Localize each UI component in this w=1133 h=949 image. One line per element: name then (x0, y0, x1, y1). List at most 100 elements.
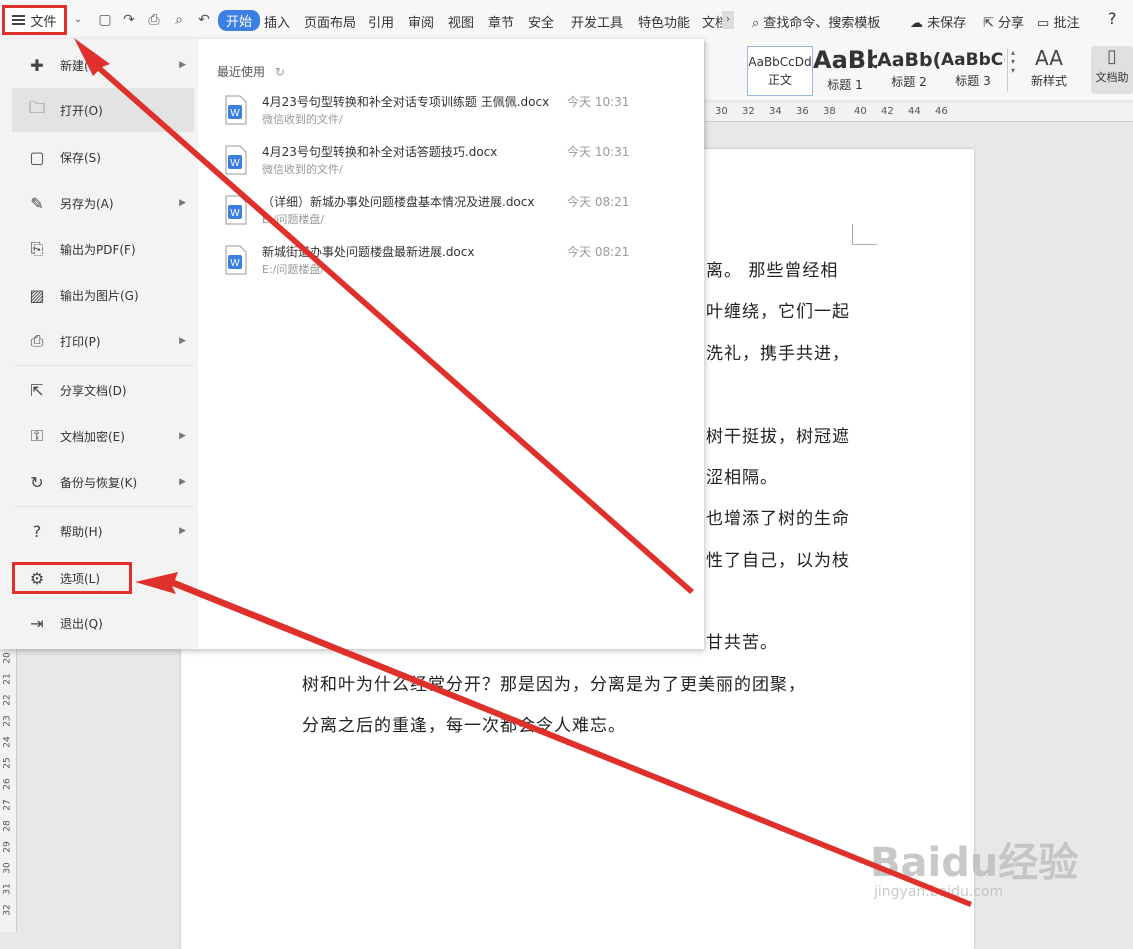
tab-document[interactable]: 文档 (702, 12, 722, 31)
tab-insert[interactable]: 插入 (264, 12, 290, 31)
word-doc-icon: W (225, 95, 247, 125)
menu-item-label: 退出(Q) (60, 616, 103, 631)
tab-section[interactable]: 章节 (488, 12, 514, 31)
chevron-right-icon: ▶ (179, 477, 186, 487)
share-button[interactable]: ⇱ 分享 (983, 12, 1024, 31)
style-heading-1[interactable]: AaBb 标题 1 (813, 46, 877, 94)
style-heading-2[interactable]: AaBb( 标题 2 (877, 46, 941, 94)
ruler-tick: 30 (715, 106, 728, 117)
document-line: 也增添了树的生命 (706, 509, 850, 529)
recent-file-name: 新城街道办事处问题楼盘最新进展.docx (262, 245, 475, 259)
tab-review[interactable]: 审阅 (408, 12, 434, 31)
recent-file-item[interactable]: W 4月23号句型转换和补全对话专项训练题 王佩佩.docx 微信收到的文件/ … (224, 93, 674, 139)
tab-special-features[interactable]: 特色功能 (638, 12, 690, 31)
svg-text:W: W (230, 158, 240, 169)
chevron-down-icon[interactable]: ⌄ (69, 11, 87, 29)
svg-text:W: W (230, 208, 240, 219)
menu-divider (14, 365, 194, 366)
tab-references[interactable]: 引用 (368, 12, 394, 31)
print-preview-icon[interactable]: ⌕ (170, 11, 188, 29)
document-line: 洗礼，携手共进， (706, 344, 850, 364)
ruler-tick: 28 (2, 820, 13, 832)
unsaved-status[interactable]: ☁ 未保存 (910, 12, 966, 31)
tab-scroll-right-icon[interactable]: › (722, 11, 734, 29)
word-doc-icon: W (225, 245, 247, 275)
recent-file-item[interactable]: W 新城街道办事处问题楼盘最新进展.docx E:/问题楼盘/ 今天 08:21 (224, 243, 674, 289)
ruler-tick: 27 (2, 799, 13, 811)
menu-item-exit[interactable]: ⇥ 退出(Q) (12, 601, 194, 645)
style-normal-sample: AaBbCcDd (748, 55, 812, 69)
menu-item-label: 输出为PDF(F) (60, 242, 136, 257)
menu-divider (14, 506, 194, 507)
file-menu-panel: ✚ 新建(N) ▶ 🗀 打开(O) ▢ 保存(S) ✎ 另存为(A) ▶ ⎘ 输… (0, 39, 704, 649)
document-line: 叶缠绕，它们一起 (706, 302, 850, 322)
comment-button[interactable]: ▭ 批注 (1037, 12, 1079, 31)
refresh-icon[interactable]: ↻ (275, 65, 285, 79)
menu-item-new[interactable]: ✚ 新建(N) ▶ (12, 43, 194, 87)
chevron-right-icon: ▶ (179, 336, 186, 346)
menu-item-share-doc[interactable]: ⇱ 分享文档(D) (12, 368, 194, 412)
share-icon: ⇱ (983, 16, 994, 31)
help-button[interactable]: ? (1108, 9, 1117, 28)
styles-gallery: AaBbCcDd 正文 AaBb 标题 1 AaBb( 标题 2 AaBbC( … (705, 42, 1133, 100)
tab-developer[interactable]: 开发工具 (571, 12, 623, 31)
menu-item-save[interactable]: ▢ 保存(S) (12, 135, 194, 179)
ruler-tick: 46 (935, 106, 948, 117)
style-heading-2-sample: AaBb( (877, 49, 941, 71)
menu-item-options[interactable]: ⚙ 选项(L) (12, 562, 132, 594)
menu-item-help[interactable]: ? 帮助(H) ▶ (12, 509, 194, 553)
tab-view[interactable]: 视图 (448, 12, 474, 31)
tab-home[interactable]: 开始 (218, 10, 261, 31)
menu-item-export-image[interactable]: ▨ 输出为图片(G) (12, 273, 194, 317)
ruler-tick: 36 (796, 106, 809, 117)
menu-item-label: 备份与恢复(K) (60, 475, 138, 490)
tab-security[interactable]: 安全 (528, 12, 554, 31)
gear-icon: ⚙ (29, 568, 45, 588)
menu-item-label: 帮助(H) (60, 524, 103, 539)
image-icon: ▨ (29, 285, 45, 305)
print-icon[interactable]: ⎙ (145, 11, 163, 29)
recent-files-title: 最近使用 ↻ (217, 63, 285, 80)
search-command[interactable]: ⌕ 查找命令、搜索模板 (752, 12, 880, 31)
ruler-tick: 26 (2, 778, 13, 790)
comment-label: 批注 (1053, 16, 1080, 31)
recent-file-time: 今天 10:31 (567, 95, 630, 109)
style-heading-3[interactable]: AaBbC( 标题 3 (941, 46, 1005, 94)
menu-item-export-pdf[interactable]: ⎘ 输出为PDF(F) (12, 227, 194, 271)
chevron-right-icon: ▶ (179, 60, 186, 70)
folder-icon: 🗀 (28, 97, 45, 117)
redo-icon[interactable]: ↷ (120, 11, 138, 29)
menu-item-save-as[interactable]: ✎ 另存为(A) ▶ (12, 181, 194, 225)
undo-icon[interactable]: ↶ (195, 11, 213, 29)
document-line: 分离之后的重逢，每一次都会令人难忘。 (302, 716, 626, 736)
menu-item-open[interactable]: 🗀 打开(O) (12, 88, 194, 132)
recent-file-item[interactable]: W 4月23号句型转换和补全对话答题技巧.docx 微信收到的文件/ 今天 10… (224, 143, 674, 189)
menu-item-label: 另存为(A) (60, 196, 114, 211)
save-icon[interactable]: ▢ (96, 11, 114, 29)
document-line: 性了自己，以为枝 (706, 551, 850, 571)
file-menu-button[interactable]: 文件 (2, 5, 67, 35)
style-heading-3-sample: AaBbC( (941, 50, 1005, 70)
document-assistant-button[interactable]: ▯ 文档助 (1091, 46, 1133, 94)
ruler-tick: 24 (2, 736, 13, 748)
tab-page-layout[interactable]: 页面布局 (304, 12, 356, 31)
menu-item-encrypt[interactable]: ⚿ 文档加密(E) ▶ (12, 414, 194, 458)
ruler-tick: 34 (769, 106, 782, 117)
exit-icon: ⇥ (30, 613, 44, 633)
menu-item-print[interactable]: ⎙ 打印(P) ▶ (12, 319, 194, 363)
new-style-button[interactable]: AA 新样式 (1021, 46, 1077, 94)
recent-file-item[interactable]: W （详细）新城办事处问题楼盘基本情况及进展.docx E:/问题楼盘/ 今天 … (224, 193, 674, 239)
menu-item-label: 文档加密(E) (60, 429, 125, 444)
vertical-ruler[interactable]: 20 21 22 23 24 25 26 27 28 29 30 31 32 (0, 648, 17, 932)
style-normal-label: 正文 (767, 73, 792, 87)
new-style-label: 新样式 (1030, 74, 1067, 88)
menu-item-backup[interactable]: ↻ 备份与恢复(K) ▶ (12, 460, 194, 504)
watermark-url: jingyan.baidu.com (874, 884, 1004, 900)
chevron-right-icon: ▶ (179, 526, 186, 536)
document-line: 甘共苦。 (706, 633, 778, 653)
share-label: 分享 (998, 16, 1025, 31)
style-normal[interactable]: AaBbCcDd 正文 (747, 46, 813, 96)
styles-scroll-icon[interactable]: ▴ ▾ ▾ (1007, 48, 1018, 92)
style-heading-3-label: 标题 3 (955, 74, 991, 88)
horizontal-ruler[interactable]: 30 32 34 36 38 40 42 44 46 (705, 103, 1133, 122)
